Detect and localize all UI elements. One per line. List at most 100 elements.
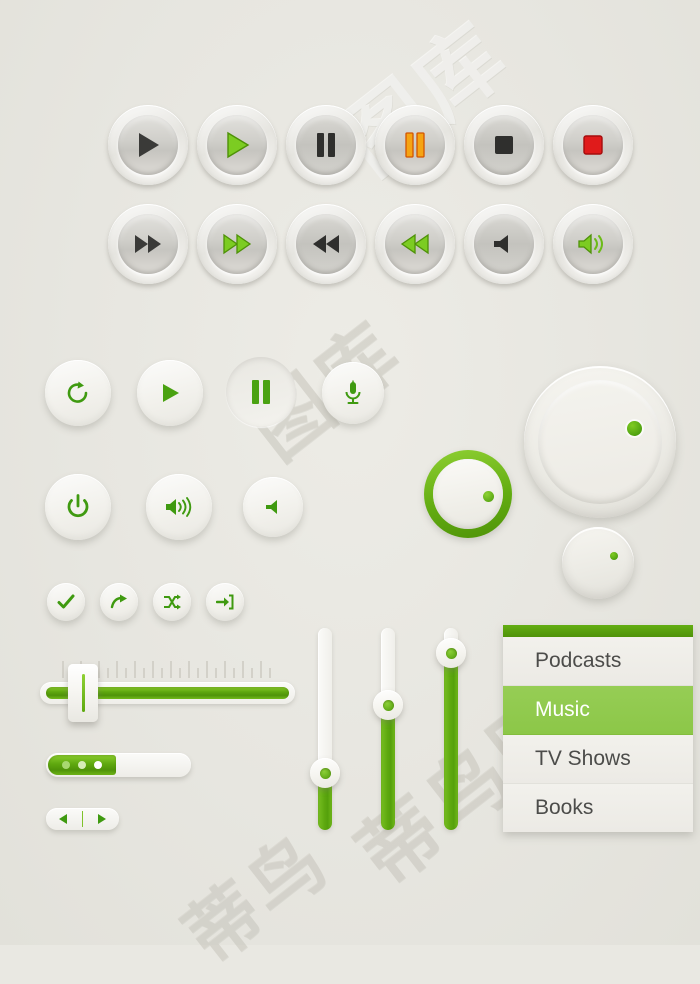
slider-tick [188,661,190,678]
button-face [296,115,356,175]
pause-icon [317,133,335,157]
slider-tick [197,668,199,678]
confirm-button[interactable] [47,583,85,621]
slider-tick [233,668,235,678]
fast-forward-button-gray[interactable] [108,204,188,284]
rewind-button-green[interactable] [375,204,455,284]
stepper-prev-button[interactable] [46,808,82,830]
mute-button-gray[interactable] [464,204,544,284]
microphone-button[interactable] [322,362,384,424]
stepper-next-button[interactable] [83,808,119,830]
slider-handle[interactable] [310,758,340,788]
vertical-slider-1[interactable] [310,628,340,830]
power-button[interactable] [45,474,111,540]
menu-top-bar [503,625,693,637]
slider-tick [116,661,118,678]
check-icon [57,594,75,609]
slider-tick [143,668,145,678]
shuffle-button[interactable] [153,583,191,621]
watermark-text: 蒂鸟 [169,816,345,981]
share-arrow-icon [110,594,127,609]
play-button-green[interactable] [197,105,277,185]
button-face [118,115,178,175]
vertical-slider-3[interactable] [436,628,466,830]
slider-fill [444,653,458,830]
toggle-on-area [48,755,116,775]
stop-icon [495,136,513,154]
slider-handle[interactable] [373,690,403,720]
volume-button-green[interactable] [553,204,633,284]
microphone-icon [345,380,361,404]
handle-pin [445,647,457,659]
menu-item-books[interactable]: Books [503,784,693,832]
menu-item-tvshows[interactable]: TV Shows [503,735,693,784]
play-button[interactable] [137,360,203,426]
play-button-gray[interactable] [108,105,188,185]
pause-icon [252,380,270,404]
play-icon [139,133,159,157]
fast-forward-button-green[interactable] [197,204,277,284]
knob-small-plain[interactable] [562,527,634,599]
toggle-switch[interactable] [46,753,191,777]
knob-face [562,527,634,599]
slider-tick [179,668,181,678]
volume-up-button[interactable] [146,474,212,540]
slider-tick [62,661,64,678]
stepper-control[interactable] [46,808,119,830]
power-icon [67,494,89,518]
slider-tick [107,668,109,678]
login-button[interactable] [206,583,244,621]
record-button-red[interactable] [553,105,633,185]
slider-tick [269,668,271,678]
toggle-dot [78,761,86,769]
slider-fill [381,705,395,830]
volume-mute-icon [494,235,508,253]
rewind-button-gray[interactable] [286,204,366,284]
button-face [207,115,267,175]
button-face [563,115,623,175]
fast-forward-icon [135,235,161,253]
button-face [385,214,445,274]
menu-item-music[interactable]: Music [503,686,693,735]
pause-icon [405,132,425,158]
volume-mute-button[interactable] [243,477,303,537]
pause-button-gray[interactable] [286,105,366,185]
fast-forward-icon [223,233,252,255]
knob-inner-face [538,380,662,504]
refresh-button[interactable] [45,360,111,426]
play-icon [163,384,179,402]
slider-handle[interactable] [436,638,466,668]
pause-button-orange[interactable] [375,105,455,185]
slider-tick [224,661,226,678]
slider-tick [215,668,217,678]
stop-button-gray[interactable] [464,105,544,185]
knob-indicator-dot [610,552,618,560]
volume-up-icon [166,497,192,517]
knob-large-plain[interactable] [524,366,676,518]
menu-item-podcasts[interactable]: Podcasts [503,637,693,686]
pause-button[interactable] [226,357,296,427]
button-face [474,115,534,175]
toggle-dot [94,761,102,769]
ui-kit-canvas: 图库 图库 蒂鸟图库 蒂鸟 [0,0,700,981]
share-button[interactable] [100,583,138,621]
refresh-icon [67,381,88,403]
slider-tick [242,661,244,678]
slider-tick [134,661,136,678]
button-face [385,115,445,175]
knob-indicator-dot [483,491,494,502]
handle-pin [319,767,331,779]
vertical-slider-2[interactable] [373,628,403,830]
rewind-icon [400,233,429,255]
slider-tick [170,661,172,678]
knob-green-ring[interactable] [424,450,512,538]
button-face [207,214,267,274]
play-icon [227,131,250,159]
button-face [474,214,534,274]
handle-pin [382,699,394,711]
slider-tick [98,661,100,678]
knob-indicator-dot [627,421,642,436]
slider-handle[interactable] [68,664,98,722]
volume-slider[interactable] [40,660,295,722]
slider-tick [152,661,154,678]
